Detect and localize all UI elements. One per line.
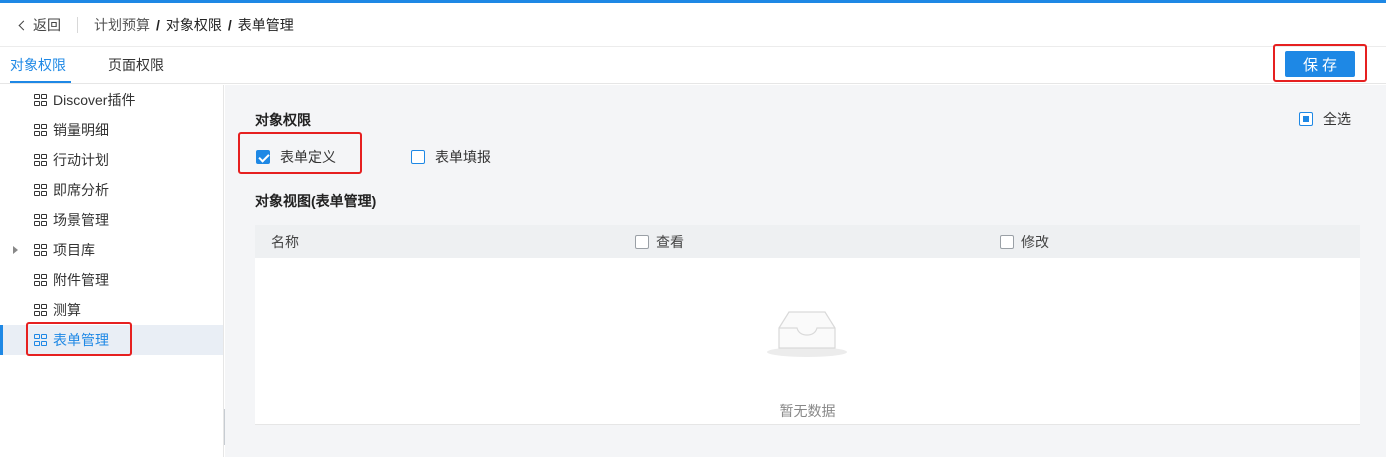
sidebar-item-project-library[interactable]: 项目库 <box>0 235 223 265</box>
header-divider <box>77 16 78 33</box>
grid-icon <box>34 123 48 137</box>
sidebar-item-label: 附件管理 <box>53 272 109 288</box>
form-filling-checkbox[interactable] <box>411 150 425 164</box>
grid-icon <box>34 93 48 107</box>
object-view-table: 名称 查看 修改 暂无数据 <box>255 225 1360 425</box>
grid-icon <box>34 213 48 227</box>
table-body: 暂无数据 <box>255 258 1360 425</box>
sidebar-item-label: Discover插件 <box>53 92 136 108</box>
breadcrumb-item[interactable]: 对象权限 <box>166 15 222 35</box>
permission-form-filling[interactable]: 表单填报 <box>411 147 491 167</box>
form-definition-label: 表单定义 <box>280 149 336 165</box>
select-all-label: 全选 <box>1323 111 1351 127</box>
column-header-name: 名称 <box>271 233 299 250</box>
sidebar-item-sales-detail[interactable]: 销量明细 <box>0 115 223 145</box>
grid-icon <box>34 273 48 287</box>
sidebar-tree: Discover插件 销量明细 行动计划 即席分析 场景管理 项目库 附件管理 … <box>0 85 224 457</box>
sidebar-item-form-management[interactable]: 表单管理 <box>0 325 223 355</box>
sidebar-item-attachments[interactable]: 附件管理 <box>0 265 223 295</box>
grid-icon <box>34 183 48 197</box>
column-header-edit-label: 修改 <box>1021 233 1049 250</box>
tab-object-permissions[interactable]: 对象权限 <box>10 48 71 83</box>
table-header: 名称 查看 修改 <box>255 225 1360 258</box>
grid-icon <box>34 333 48 347</box>
column-header-view[interactable]: 查看 <box>635 225 684 258</box>
back-button[interactable]: 返回 <box>18 15 61 35</box>
sidebar-item-discover[interactable]: Discover插件 <box>0 85 223 115</box>
view-all-checkbox[interactable] <box>635 234 649 249</box>
column-header-edit[interactable]: 修改 <box>1000 225 1049 258</box>
sidebar-item-label: 项目库 <box>53 242 95 258</box>
grid-icon <box>34 303 48 317</box>
sidebar-item-label: 场景管理 <box>53 212 109 228</box>
empty-state-text: 暂无数据 <box>779 403 836 419</box>
chevron-left-icon <box>18 20 29 30</box>
object-view-title: 对象视图(表单管理) <box>255 193 377 209</box>
sidebar-item-label: 测算 <box>53 302 81 318</box>
form-definition-checkbox[interactable] <box>256 150 270 164</box>
sidebar-item-label: 即席分析 <box>53 182 109 198</box>
empty-inbox-icon <box>767 311 847 357</box>
sidebar-item-label: 表单管理 <box>53 332 109 348</box>
sidebar-item-calculation[interactable]: 测算 <box>0 295 223 325</box>
back-label: 返回 <box>33 16 61 33</box>
breadcrumb-root[interactable]: 计划预算 <box>94 15 150 35</box>
sidebar-item-label: 销量明细 <box>53 122 109 138</box>
column-header-view-label: 查看 <box>656 233 684 250</box>
permissions-title: 对象权限 <box>255 112 311 128</box>
tab-page-permissions[interactable]: 页面权限 <box>108 48 164 83</box>
grid-icon <box>34 243 48 257</box>
caret-right-icon[interactable] <box>13 246 18 254</box>
save-button[interactable]: 保存 <box>1285 51 1355 77</box>
breadcrumb-separator: / <box>227 16 232 33</box>
edit-all-checkbox[interactable] <box>1000 234 1014 249</box>
breadcrumb: 计划预算 / 对象权限 / 表单管理 <box>94 15 294 35</box>
page-header: 返回 计划预算 / 对象权限 / 表单管理 <box>0 3 1386 47</box>
select-all-box[interactable] <box>1299 112 1313 126</box>
breadcrumb-separator: / <box>156 16 160 33</box>
sidebar-item-action-plan[interactable]: 行动计划 <box>0 145 223 175</box>
breadcrumb-item-current: 表单管理 <box>237 16 294 33</box>
form-filling-label: 表单填报 <box>435 149 491 165</box>
permission-form-definition[interactable]: 表单定义 <box>256 147 336 167</box>
main-content: 对象权限 全选 表单定义 表单填报 对象视图(表单管理) 名称 查看 修改 暂无… <box>225 85 1386 457</box>
select-all-checkbox[interactable]: 全选 <box>1299 109 1351 129</box>
sidebar-item-scene-management[interactable]: 场景管理 <box>0 205 223 235</box>
grid-icon <box>34 153 48 167</box>
tab-bar: 对象权限 页面权限 <box>0 48 1386 84</box>
sidebar-item-ad-hoc-analysis[interactable]: 即席分析 <box>0 175 223 205</box>
sidebar-item-label: 行动计划 <box>53 152 109 168</box>
